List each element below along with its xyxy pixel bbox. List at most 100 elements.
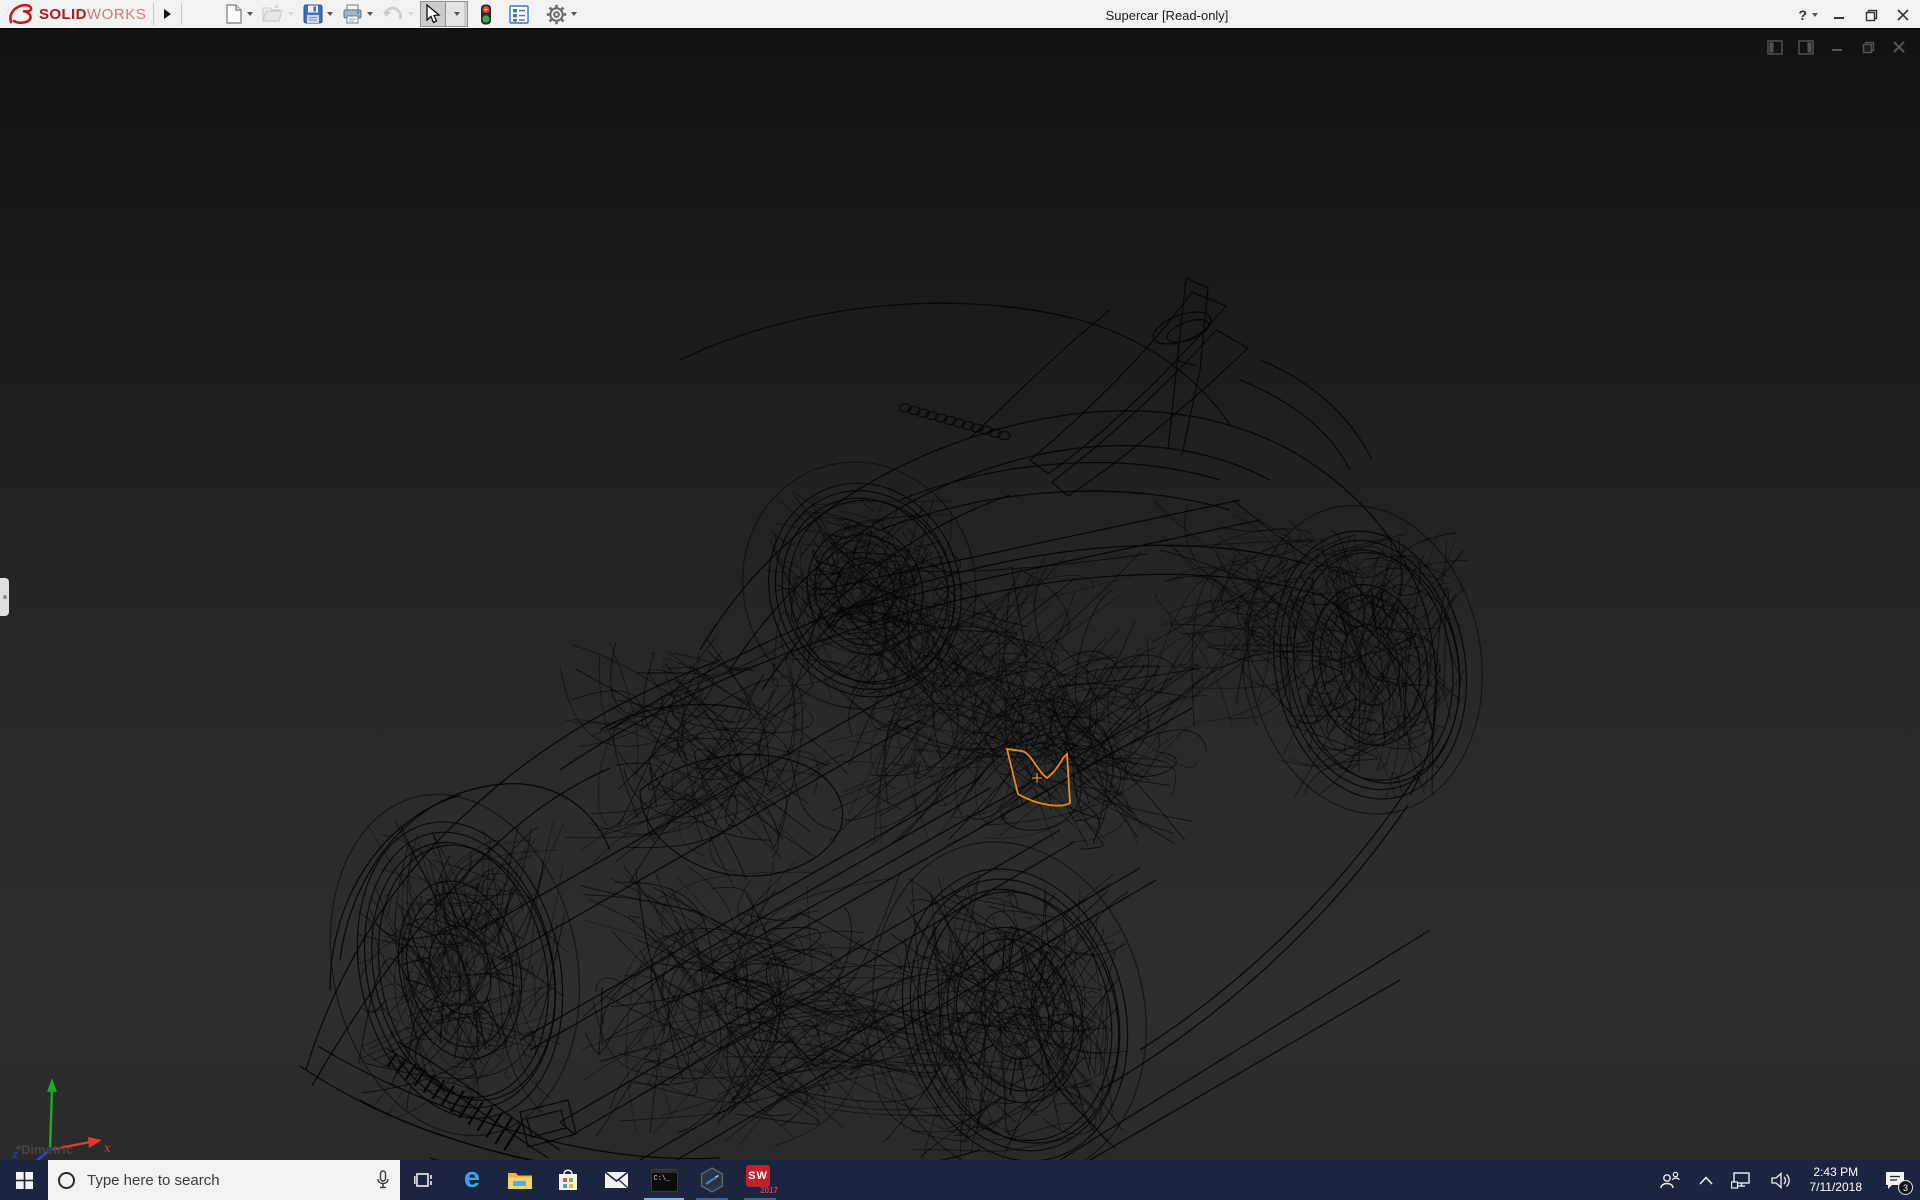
taskbar-app-store[interactable] (544, 1160, 592, 1200)
collapsed-panel-tab[interactable] (0, 578, 9, 616)
brand-works: WORKS (87, 6, 147, 23)
brand-solid: SOLID (39, 6, 87, 23)
view-orientation-label: *Dimetric (16, 1142, 73, 1157)
save-button[interactable] (300, 1, 336, 27)
dropdown-caret[interactable] (288, 12, 294, 16)
dropdown-caret[interactable] (327, 12, 333, 16)
pane-right-icon (1798, 40, 1814, 55)
menu-flyout-icon[interactable] (164, 9, 171, 19)
sketch-origin-cross (1032, 773, 1042, 783)
close-button[interactable] (1892, 3, 1914, 27)
dropdown-caret[interactable] (571, 12, 577, 16)
display-pane-button[interactable] (1797, 38, 1815, 56)
cortana-icon (58, 1172, 75, 1189)
window-controls: ? (1798, 0, 1914, 30)
select-cursor-icon (424, 4, 441, 24)
search-input[interactable] (85, 1171, 376, 1190)
rebuild-button[interactable] (477, 1, 495, 27)
select-tool-button[interactable] (420, 1, 468, 27)
chevron-up-icon (1699, 1176, 1713, 1185)
new-document-icon (225, 4, 243, 24)
speaker-icon (1771, 1172, 1791, 1189)
taskbar-app-file-explorer[interactable] (496, 1160, 544, 1200)
dropdown-caret (454, 12, 460, 16)
windows-logo-icon (16, 1172, 33, 1189)
minimize-button[interactable] (1828, 3, 1850, 27)
taskbar: e C:\_ (0, 1160, 1920, 1200)
standard-toolbar (222, 1, 583, 27)
mail-icon (604, 1171, 629, 1189)
traffic-light-icon (480, 4, 492, 25)
undo-button[interactable] (379, 1, 417, 27)
minimize-icon (1831, 41, 1843, 53)
doc-restore-button[interactable] (1859, 38, 1877, 56)
microphone-icon[interactable] (376, 1170, 390, 1190)
tray-clock[interactable]: 2:43 PM 7/11/2018 (1804, 1165, 1869, 1195)
edge-icon: e (464, 1164, 480, 1193)
save-icon (303, 4, 323, 24)
separator (153, 3, 154, 25)
open-button[interactable] (259, 1, 297, 27)
taskbar-app-mail[interactable] (592, 1160, 640, 1200)
highlighted-sketch[interactable] (0, 30, 1920, 1160)
tray-date: 7/11/2018 (1810, 1180, 1863, 1195)
dropdown-caret[interactable] (408, 12, 414, 16)
notification-badge: 3 (1898, 1180, 1913, 1195)
task-view-button[interactable] (400, 1160, 448, 1200)
panel-tab-dot (3, 595, 7, 599)
task-view-icon (414, 1171, 434, 1189)
document-window-controls (1766, 38, 1908, 56)
taskbar-app-edge[interactable]: e (448, 1160, 496, 1200)
new-document-button[interactable] (222, 1, 256, 27)
print-icon (342, 4, 363, 24)
taskbar-app-solidworks[interactable]: SW 2017 (736, 1160, 784, 1200)
taskbar-app-edrawings[interactable] (688, 1160, 736, 1200)
people-button[interactable] (1654, 1160, 1686, 1200)
people-icon (1659, 1171, 1681, 1189)
solidworks-logo-mark (8, 2, 34, 26)
microsoft-store-icon (557, 1168, 579, 1192)
graphics-area[interactable]: x z *Dimetric (0, 30, 1920, 1160)
action-center-button[interactable]: 3 (1876, 1160, 1914, 1200)
options-button[interactable] (543, 1, 580, 27)
restore-button[interactable] (1860, 3, 1882, 27)
undo-icon (382, 5, 404, 23)
properties-list-icon (509, 5, 529, 24)
solidworks-logo: SOLIDWORKS (8, 2, 147, 26)
gear-icon (546, 4, 567, 25)
start-button[interactable] (0, 1160, 48, 1200)
open-icon (262, 5, 284, 23)
network-button[interactable] (1726, 1160, 1758, 1200)
restore-icon (1865, 9, 1878, 22)
help-caret (1812, 13, 1818, 17)
feature-pane-button[interactable] (1766, 38, 1784, 56)
file-explorer-icon (507, 1170, 533, 1191)
print-button[interactable] (339, 1, 376, 27)
sketch-profile[interactable] (1007, 749, 1070, 806)
system-tray: 2:43 PM 7/11/2018 3 (1654, 1160, 1920, 1200)
solidworks-2017-icon: SW 2017 (745, 1165, 775, 1195)
close-icon (1897, 9, 1909, 21)
tray-time: 2:43 PM (1813, 1165, 1858, 1180)
doc-close-button[interactable] (1890, 38, 1908, 56)
help-button[interactable]: ? (1798, 7, 1818, 23)
dropdown-caret[interactable] (247, 12, 253, 16)
taskbar-search[interactable] (48, 1160, 400, 1200)
document-title: Supercar [Read-only] (1106, 8, 1229, 23)
restore-icon (1862, 41, 1875, 54)
taskbar-app-command-prompt[interactable]: C:\_ (640, 1160, 688, 1200)
tray-overflow-button[interactable] (1694, 1160, 1718, 1200)
select-dropdown-cell[interactable] (445, 2, 464, 26)
volume-button[interactable] (1766, 1160, 1796, 1200)
display-settings-button[interactable] (506, 1, 532, 27)
close-icon (1893, 41, 1905, 53)
pane-left-icon (1767, 40, 1783, 55)
dropdown-caret[interactable] (367, 12, 373, 16)
hexagon-app-icon (699, 1167, 725, 1193)
command-prompt-icon: C:\_ (651, 1169, 678, 1192)
minimize-icon (1833, 9, 1845, 21)
network-icon (1731, 1172, 1753, 1189)
doc-minimize-button[interactable] (1828, 38, 1846, 56)
axis-x-label: x (104, 1141, 111, 1155)
separator (181, 3, 182, 25)
